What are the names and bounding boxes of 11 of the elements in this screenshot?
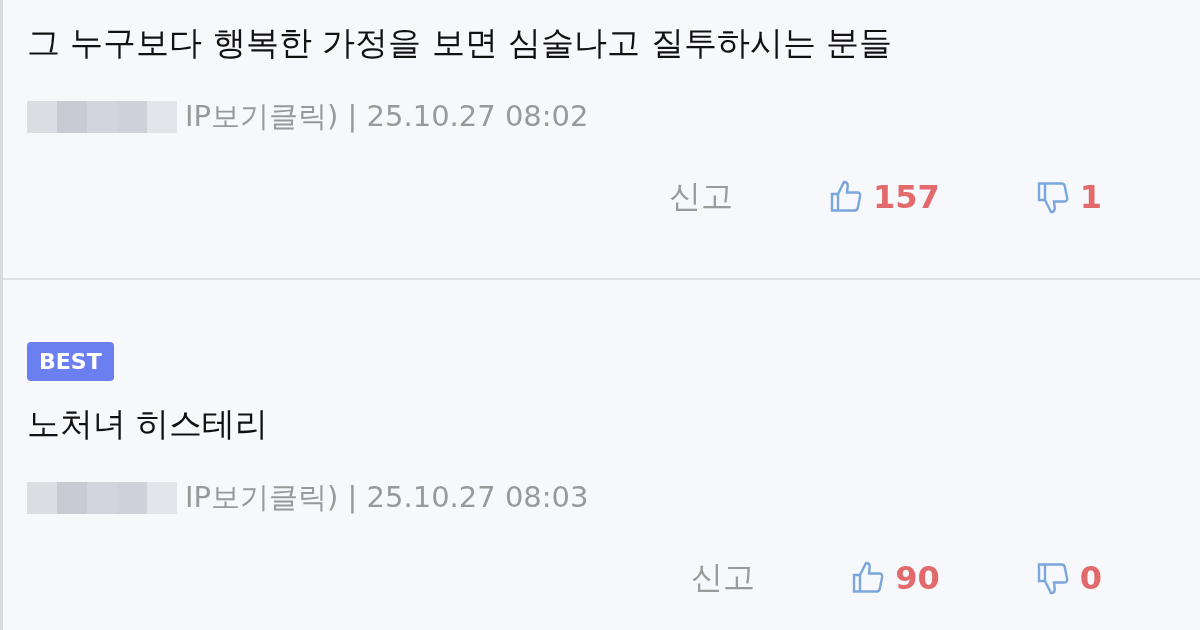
comment-meta: IP보기클릭) | 25.10.27 08:03	[185, 479, 589, 516]
like-count: 157	[872, 178, 940, 216]
comment-meta: IP보기클릭) | 25.10.27 08:02	[185, 98, 589, 135]
like-count: 90	[895, 559, 940, 597]
report-link[interactable]: 신고	[691, 556, 756, 600]
comment-title: 그 누구보다 행복한 가정을 보면 심술나고 질투하시는 분들	[27, 22, 894, 64]
report-link[interactable]: 신고	[668, 175, 733, 219]
best-badge: BEST	[27, 342, 114, 381]
comment-title: 노처녀 히스테리	[27, 403, 270, 445]
dislike-count: 0	[1079, 559, 1102, 597]
dislike-count: 1	[1079, 178, 1102, 216]
